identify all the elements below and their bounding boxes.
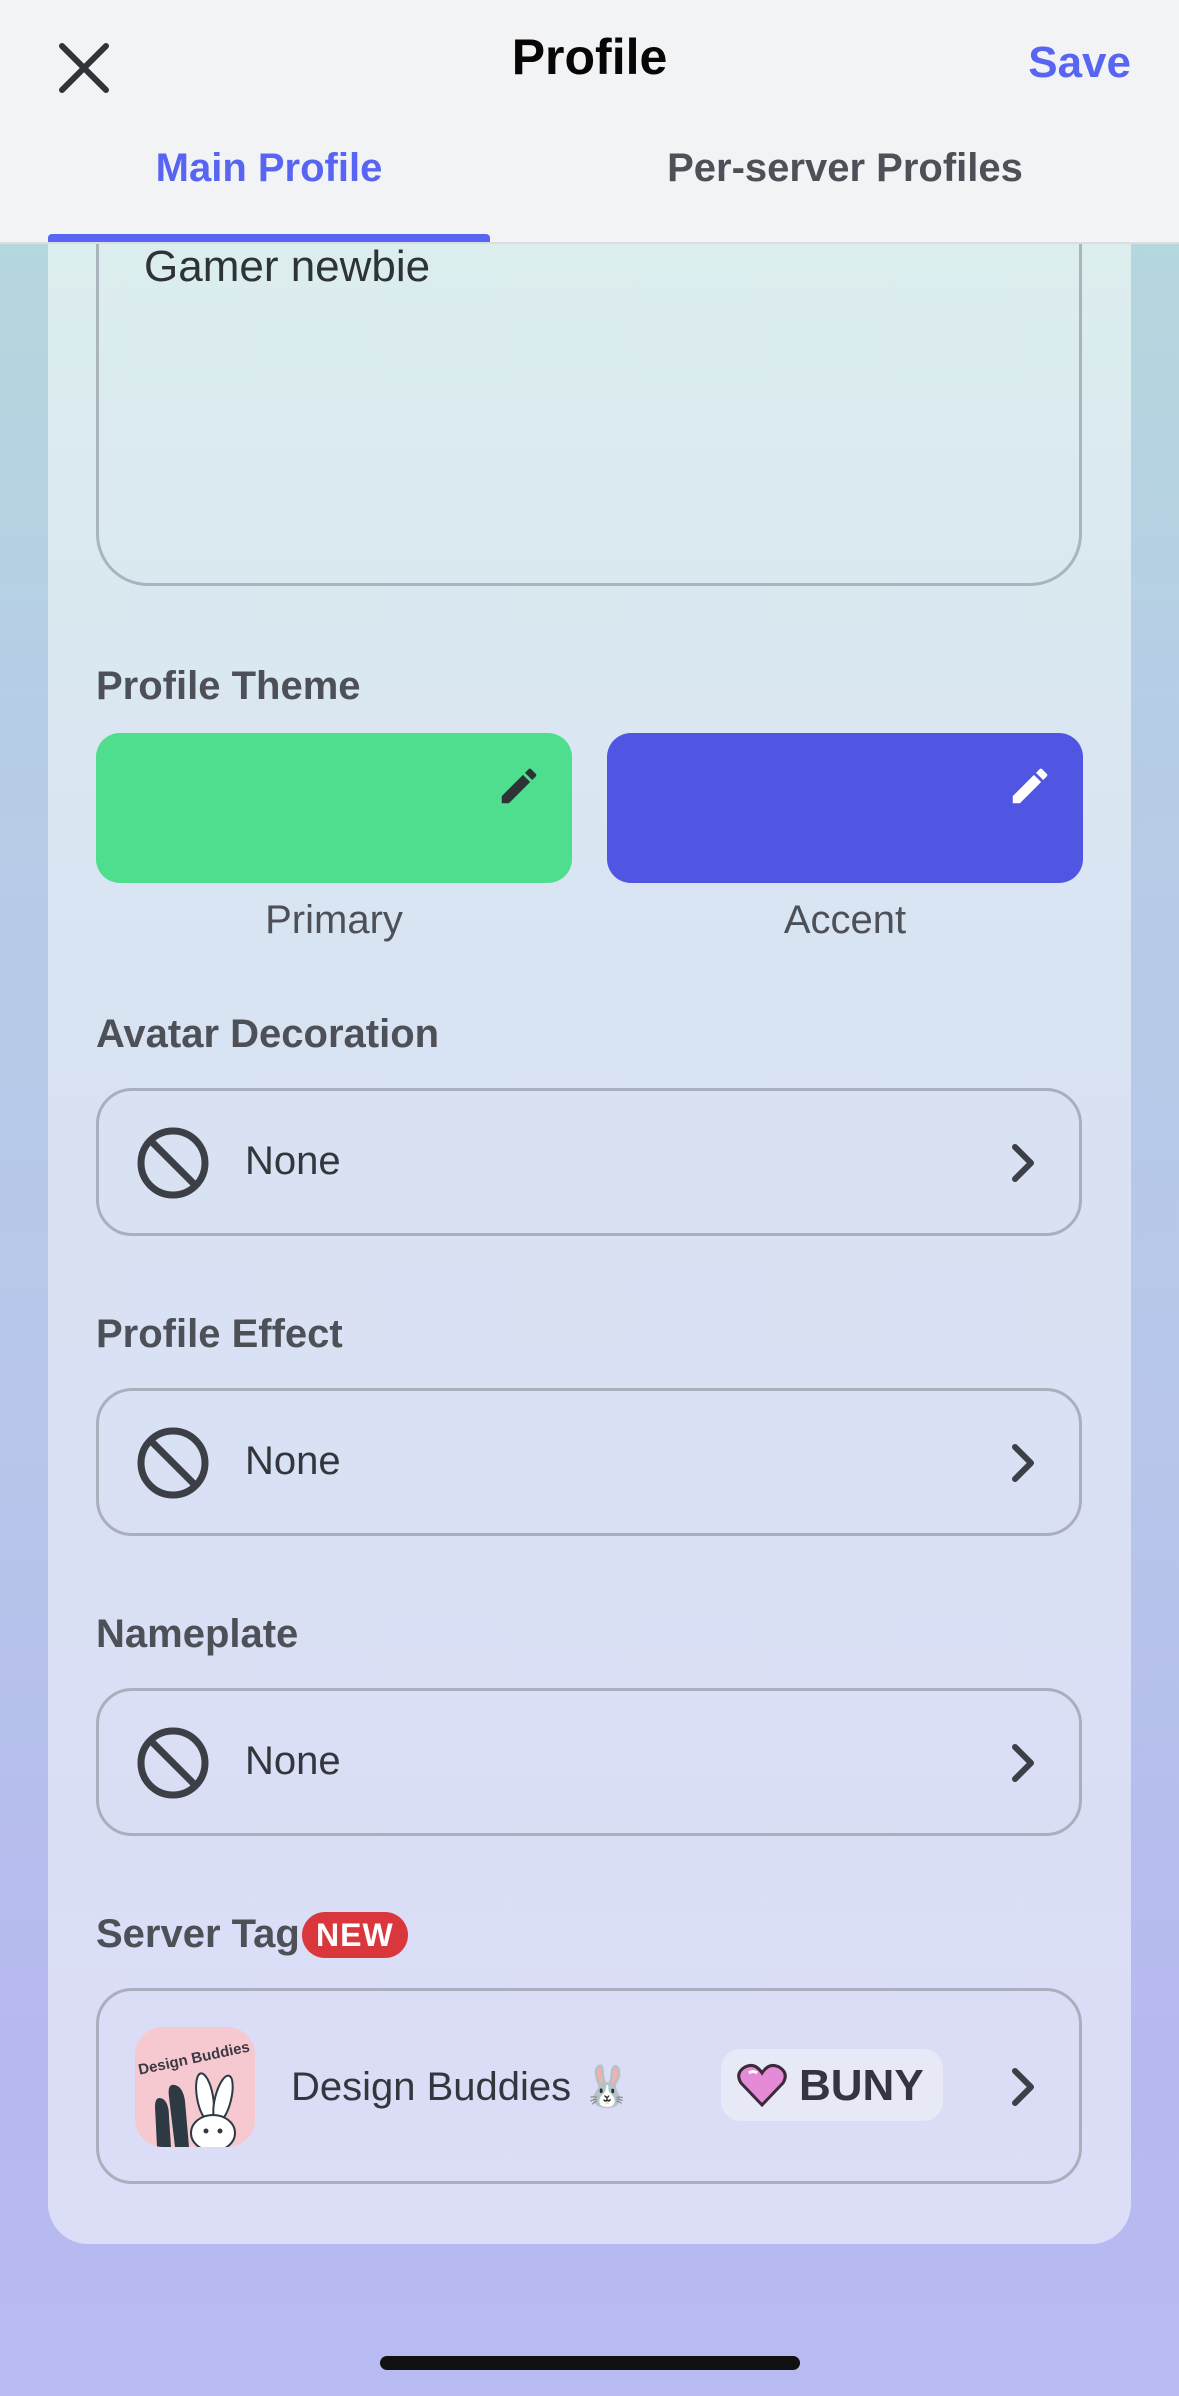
bunny-logo-icon: Design Buddies bbox=[135, 2027, 255, 2147]
none-icon bbox=[137, 1127, 209, 1199]
profile-effect-value: None bbox=[245, 1439, 341, 1483]
chevron-right-icon bbox=[1012, 1744, 1034, 1782]
server-logo: Design Buddies bbox=[135, 2027, 255, 2147]
pencil-icon bbox=[1012, 768, 1048, 804]
accent-color-swatch[interactable] bbox=[607, 733, 1083, 883]
server-tag-pill: BUNY bbox=[721, 2049, 943, 2121]
accent-caption: Accent bbox=[783, 898, 907, 942]
server-name: Design Buddies 🐰 bbox=[291, 2065, 633, 2109]
avatar-decoration-value: None bbox=[245, 1139, 341, 1183]
chevron-right-icon bbox=[1012, 1144, 1034, 1182]
nameplate-select[interactable]: None bbox=[96, 1688, 1082, 1836]
pink-heart-icon bbox=[737, 2064, 787, 2107]
avatar-decoration-select[interactable]: None bbox=[96, 1088, 1082, 1236]
bio-text: Gamer newbie bbox=[144, 242, 431, 291]
profile-theme-label: Profile Theme bbox=[96, 664, 361, 708]
page-title: Profile bbox=[511, 29, 668, 85]
primary-color-swatch[interactable] bbox=[96, 733, 572, 883]
nameplate-value: None bbox=[245, 1739, 341, 1783]
pencil-icon bbox=[501, 768, 537, 804]
avatar-decoration-label: Avatar Decoration bbox=[96, 1012, 440, 1056]
chevron-right-icon bbox=[1012, 1444, 1034, 1482]
server-tag-text: BUNY bbox=[799, 2061, 924, 2110]
active-tab-indicator bbox=[48, 234, 490, 242]
server-tag-label: Server Tag bbox=[96, 1912, 300, 1956]
profile-effect-label: Profile Effect bbox=[96, 1312, 343, 1356]
new-badge: NEW bbox=[302, 1912, 408, 1958]
save-button[interactable]: Save bbox=[1028, 38, 1131, 88]
header-bar: Profile Save Main Profile Per-server Pro… bbox=[0, 0, 1179, 244]
nameplate-label: Nameplate bbox=[96, 1612, 299, 1656]
profile-effect-select[interactable]: None bbox=[96, 1388, 1082, 1536]
home-indicator bbox=[380, 2356, 800, 2370]
server-tag-select[interactable]: Design Buddies Design Buddies 🐰 BUNY bbox=[96, 1988, 1082, 2184]
none-icon bbox=[137, 1427, 209, 1499]
tab-per-server-profiles[interactable]: Per-server Profiles bbox=[600, 146, 1090, 191]
chevron-right-icon bbox=[1012, 2068, 1034, 2106]
primary-caption: Primary bbox=[265, 898, 403, 942]
none-icon bbox=[137, 1727, 209, 1799]
tab-main-profile[interactable]: Main Profile bbox=[48, 146, 490, 191]
